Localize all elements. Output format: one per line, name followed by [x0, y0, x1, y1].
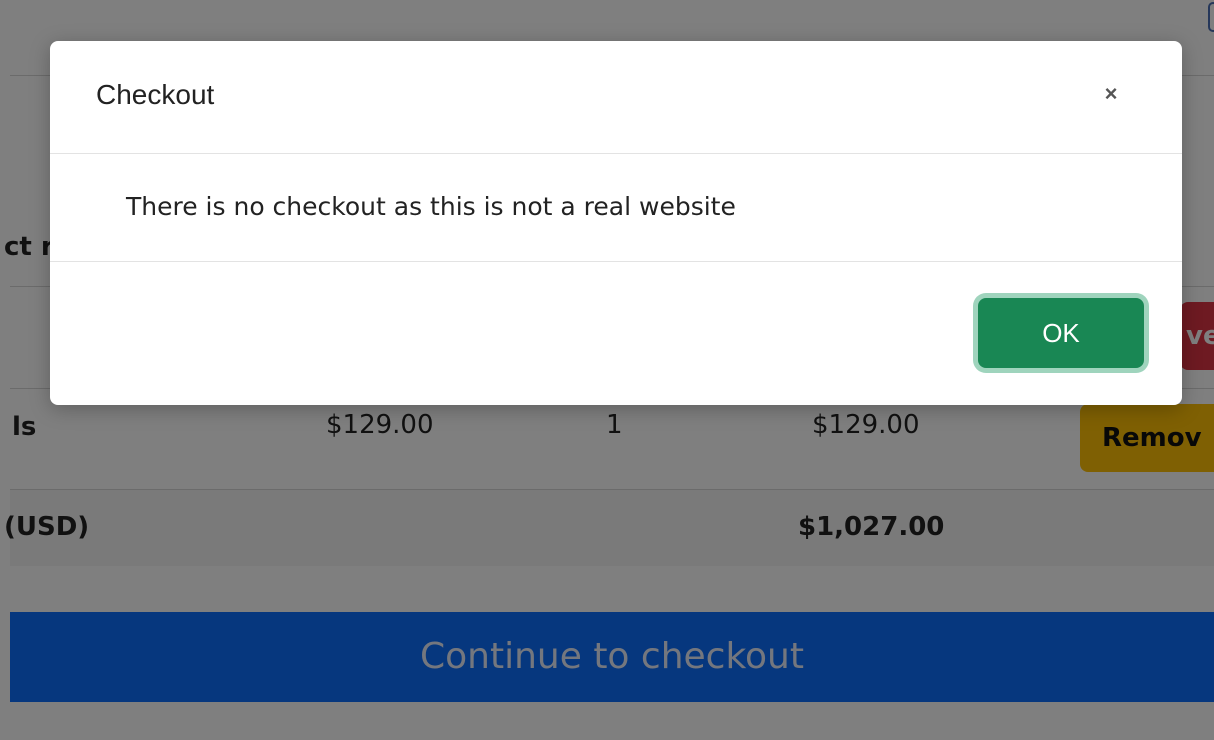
modal-message: There is no checkout as this is not a re… [126, 192, 736, 221]
modal-title: Checkout [96, 79, 215, 110]
ok-button[interactable]: OK [978, 298, 1144, 368]
checkout-modal: Checkout × There is no checkout as this … [50, 41, 1182, 405]
modal-body: There is no checkout as this is not a re… [50, 154, 1182, 262]
page: ct r ve ls $129.00 1 $129.00 Remov (USD)… [0, 0, 1214, 740]
close-icon[interactable]: × [1096, 79, 1126, 109]
modal-footer: OK [50, 262, 1182, 405]
modal-header: Checkout × [50, 41, 1182, 154]
